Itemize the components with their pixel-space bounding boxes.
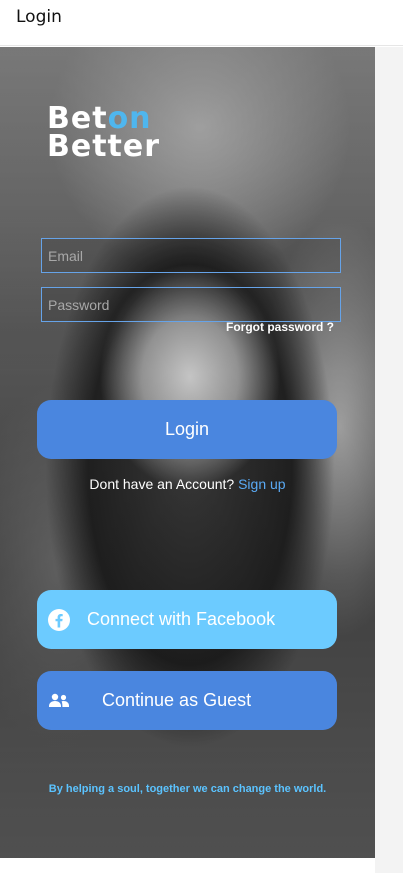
window-title: Login xyxy=(16,7,62,27)
login-button-label: Login xyxy=(164,419,210,439)
signup-prompt-text: Dont have an Account? xyxy=(89,476,235,492)
forgot-password-link[interactable]: Forgot password ? xyxy=(226,320,334,334)
facebook-button[interactable]: Connect with Facebook xyxy=(37,590,337,649)
email-field[interactable] xyxy=(41,238,341,273)
footer-tagline: By helping a soul, together we can chang… xyxy=(48,783,327,795)
password-field[interactable] xyxy=(41,287,341,322)
signup-prompt: Dont have an Account? Sign up xyxy=(0,476,403,492)
facebook-button-label: Connect with Facebook xyxy=(87,609,276,629)
app-logo: Beton Better xyxy=(47,104,161,164)
title-bar: Login xyxy=(0,0,403,46)
users-icon xyxy=(47,689,71,713)
facebook-icon xyxy=(47,608,71,632)
guest-button[interactable]: Continue as Guest xyxy=(37,671,337,730)
login-button[interactable]: Login xyxy=(37,400,337,459)
scrollbar-track[interactable] xyxy=(375,47,403,873)
guest-button-label: Continue as Guest xyxy=(102,690,252,710)
signup-link[interactable]: Sign up xyxy=(238,476,285,492)
logo-text-better: Better xyxy=(47,129,161,164)
